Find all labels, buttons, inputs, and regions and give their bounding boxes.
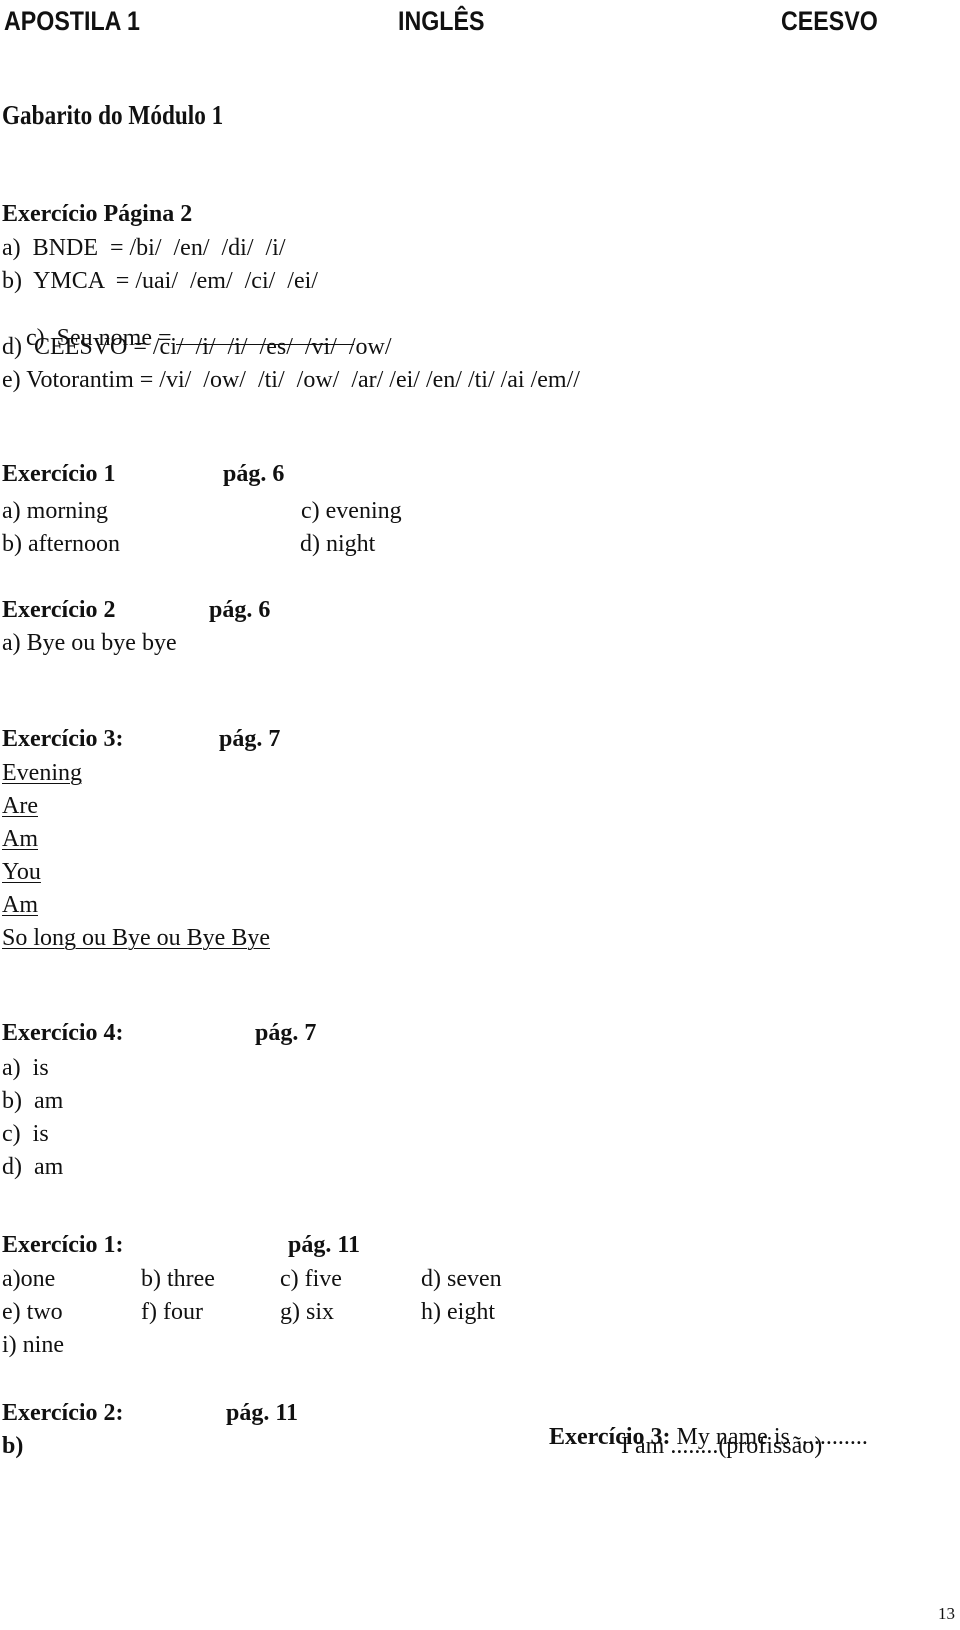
section-page: pág. 11 <box>288 1232 361 1258</box>
answer-item: a) BNDE = /bi/ /en/ /di/ /i/ <box>2 235 286 261</box>
answer-item: c) five <box>280 1266 342 1292</box>
answer-line: I am ........(profissão) <box>621 1433 823 1459</box>
answer-item: i) nine <box>2 1332 64 1358</box>
answer-item: a) morning <box>2 498 108 524</box>
answer-item: Am <box>2 892 38 918</box>
answer-item: b) am <box>2 1088 64 1114</box>
section-page: pág. 6 <box>223 461 285 487</box>
section-heading: Exercício 4: <box>2 1020 124 1046</box>
answer-item: Am <box>2 826 38 852</box>
answer-item: a)one <box>2 1266 56 1292</box>
answer-item: a) Bye ou bye bye <box>2 630 177 656</box>
section-heading: Exercício 3: <box>2 726 124 752</box>
answer-item: d) am <box>2 1154 64 1180</box>
answer-item: e) Votorantim = /vi/ /ow/ /ti/ /ow/ /ar/… <box>2 367 580 393</box>
section-heading: Exercício 2 <box>2 597 116 623</box>
answer-item: c) is <box>2 1121 49 1147</box>
section-page: pág. 6 <box>209 597 271 623</box>
answer-item: b) three <box>141 1266 215 1292</box>
section-heading: Exercício 1 <box>2 461 116 487</box>
answer-item: a) is <box>2 1055 49 1081</box>
section-page: pág. 7 <box>255 1020 317 1046</box>
answer-item: d) night <box>300 531 376 557</box>
answer-item: b) YMCA = /uai/ /em/ /ci/ /ei/ <box>2 268 318 294</box>
answer-item: Are <box>2 793 38 819</box>
answer-item: b) <box>2 1433 24 1459</box>
section-heading: Exercício 2: <box>2 1400 124 1426</box>
section-page: pág. 11 <box>226 1400 299 1426</box>
header-center: INGLÊS <box>398 6 485 36</box>
answer-item: So long ou Bye ou Bye Bye <box>2 925 270 951</box>
section-page: pág. 7 <box>219 726 281 752</box>
answer-item: h) eight <box>421 1299 495 1325</box>
answer-item: You <box>2 859 41 885</box>
document-title: Gabarito do Módulo 1 <box>2 100 224 130</box>
answer-item: d) seven <box>421 1266 502 1292</box>
answer-item: b) afternoon <box>2 531 120 557</box>
section-heading: Exercício 1: <box>2 1232 124 1258</box>
answer-item: g) six <box>280 1299 334 1325</box>
answer-item: Evening <box>2 760 82 786</box>
answer-item: f) four <box>141 1299 203 1325</box>
page-number: 13 <box>938 1604 955 1623</box>
header-right: CEESVO <box>781 6 878 36</box>
answer-item: d) CEESVO = /ci/ /i/ /i/ /es/ /vi/ /ow/ <box>2 334 392 360</box>
answer-item: c) evening <box>301 498 402 524</box>
answer-item: e) two <box>2 1299 63 1325</box>
header-left: APOSTILA 1 <box>4 6 140 36</box>
section-heading: Exercício Página 2 <box>2 201 193 227</box>
